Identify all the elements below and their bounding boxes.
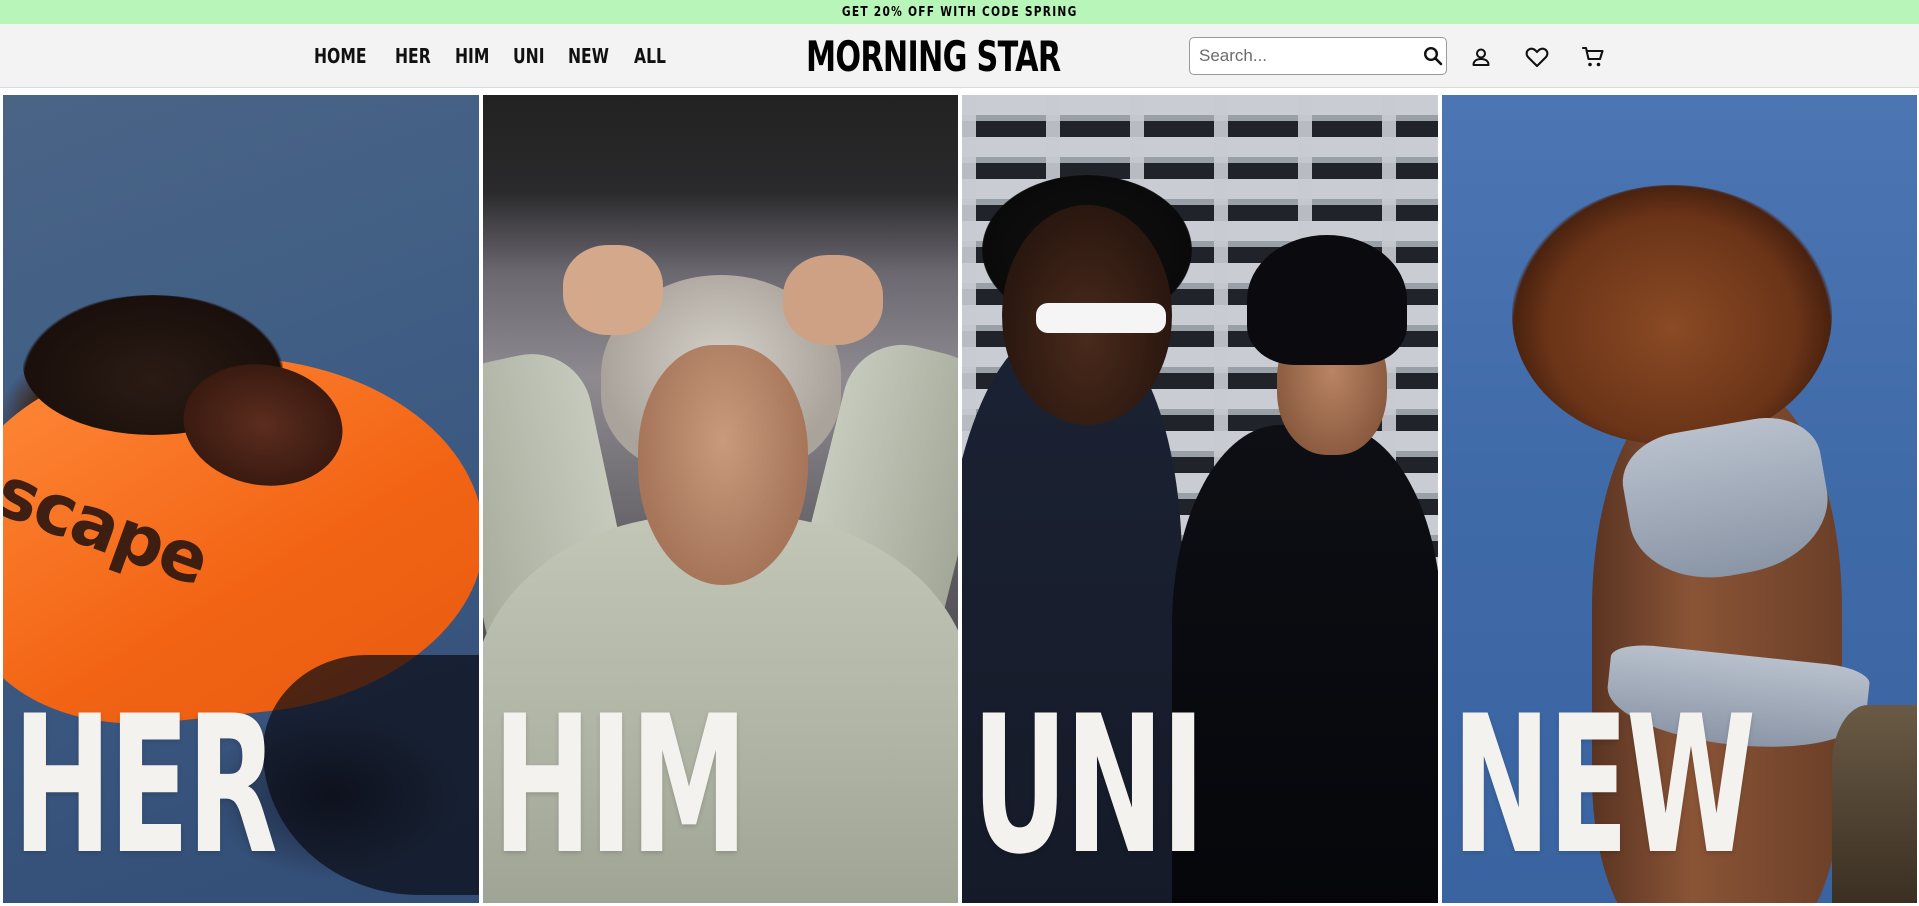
promo-banner: GET 20% OFF WITH CODE SPRING (0, 0, 1919, 24)
search-icon[interactable] (1420, 38, 1446, 74)
category-grid: scape HER HIM UNI NEW (3, 95, 1917, 903)
search-box (1189, 37, 1447, 75)
category-label-her: HER (13, 675, 278, 896)
category-card-him[interactable]: HIM (482, 95, 958, 903)
brand-name: MORNING STAR (806, 31, 1061, 81)
promo-text: GET 20% OFF WITH CODE (841, 4, 1020, 20)
promo-code: SPRING (1024, 4, 1078, 20)
category-label-new: NEW (1451, 675, 1756, 896)
nav-item-new[interactable]: NEW (568, 44, 609, 68)
main-nav: HOME HER HIM UNI NEW ALL (314, 24, 667, 88)
nav-item-all[interactable]: ALL (634, 44, 666, 68)
category-card-uni[interactable]: UNI (962, 95, 1438, 903)
nav-item-him[interactable]: HIM (455, 44, 489, 68)
category-label-him: HIM (492, 675, 748, 896)
site-header: HOME HER HIM UNI NEW ALL MORNING STAR (0, 24, 1919, 88)
category-label-uni: UNI (972, 675, 1205, 896)
heart-icon[interactable] (1524, 44, 1550, 70)
nav-item-home[interactable]: HOME (314, 44, 367, 68)
category-card-her[interactable]: scape HER (3, 95, 479, 903)
nav-item-uni[interactable]: UNI (513, 44, 545, 68)
search-input[interactable] (1190, 38, 1420, 74)
brand-logo[interactable]: MORNING STAR (806, 32, 1061, 81)
user-icon[interactable] (1468, 44, 1494, 70)
nav-item-her[interactable]: HER (395, 44, 431, 68)
category-card-new[interactable]: NEW (1441, 95, 1917, 903)
cart-icon[interactable] (1580, 44, 1606, 70)
